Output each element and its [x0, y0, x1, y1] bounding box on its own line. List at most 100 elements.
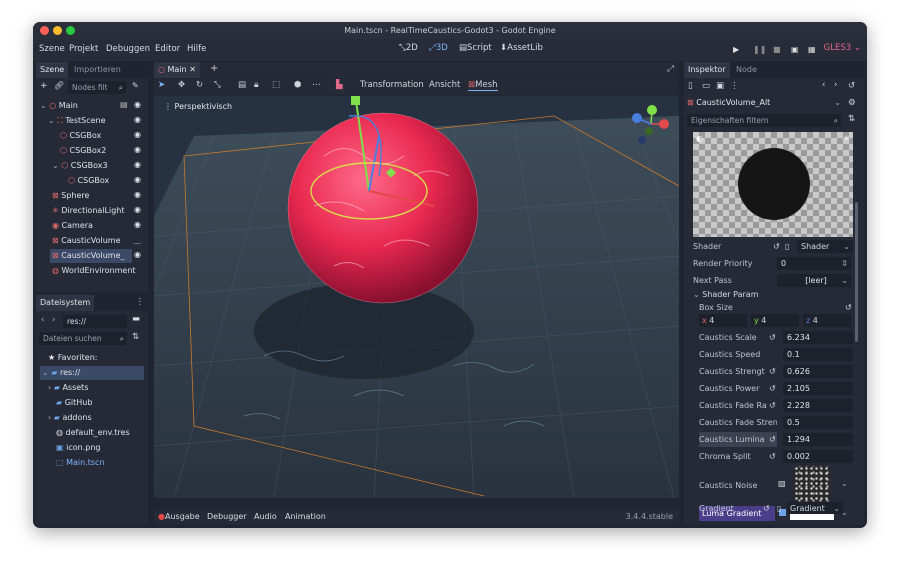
add-tab-icon[interactable]: +	[210, 63, 218, 74]
minimize-window-button[interactable]	[53, 26, 62, 35]
3d-viewport[interactable]: ⋮ Perspektivisch	[154, 96, 679, 498]
animation-tab[interactable]: Animation	[285, 509, 326, 525]
move-tool-icon[interactable]: ✥	[178, 80, 185, 90]
fs-item-main-tscn[interactable]: ⬚ Main.tscn	[56, 456, 105, 470]
object-tools-icon[interactable]: ⚙	[848, 98, 856, 108]
view-menu[interactable]: Ansicht	[429, 80, 460, 90]
eye-icon[interactable]: ◉	[134, 160, 141, 169]
maximize-window-button[interactable]	[66, 26, 75, 35]
back-icon[interactable]: ‹	[41, 315, 44, 325]
workspace-2d-button[interactable]: ⤡2D	[399, 43, 418, 53]
output-tab[interactable]: ●Ausgabe	[158, 509, 200, 525]
box-size-z[interactable]: z 4	[803, 314, 851, 327]
mesh-menu[interactable]: ⊠Mesh	[468, 80, 498, 91]
menu-scene[interactable]: Szene	[39, 44, 65, 54]
fs-item-assets[interactable]: › ▰ Assets	[48, 381, 89, 395]
lock-icon[interactable]: 🔒︎	[254, 80, 259, 90]
perspective-menu[interactable]: ⋮ Perspektivisch	[164, 102, 232, 111]
fs-item-github[interactable]: ▰ GitHub	[56, 396, 92, 410]
view-toggle-icon[interactable]: ▬	[132, 314, 140, 324]
play-icon[interactable]: ▶	[733, 45, 739, 54]
script-icon[interactable]: ▤	[120, 100, 128, 109]
tree-item-worldenvironment[interactable]: ◍ WorldEnvironment	[52, 264, 136, 278]
eye-icon[interactable]: ◉	[134, 175, 141, 184]
revert-icon[interactable]: ↺	[769, 398, 776, 413]
object-selector[interactable]: ⊠ CausticVolume_Alt ⌄	[687, 96, 841, 110]
sphere-toggle-icon[interactable]: ✳	[843, 134, 850, 143]
save-icon[interactable]: ▣	[716, 81, 724, 91]
camera-preview-icon[interactable]: ▙	[336, 80, 343, 90]
eye-icon[interactable]: ◉	[134, 115, 141, 124]
transform-menu[interactable]: Transformation	[360, 80, 424, 90]
list-tool-icon[interactable]: ▤	[238, 80, 246, 90]
file-search-input[interactable]: Dateien suchen ⌕	[39, 332, 127, 345]
script-attach-icon[interactable]: ✎	[132, 81, 139, 90]
open-folder-icon[interactable]: ▭	[702, 81, 710, 91]
light-toggle-icon[interactable]: ◐	[696, 134, 703, 143]
tree-item-testscene[interactable]: ⌄ ⛶ TestScene	[48, 114, 106, 128]
render-priority-input[interactable]: 0 ⇕	[777, 257, 851, 270]
new-resource-icon[interactable]: ▯	[688, 81, 693, 91]
history-back-icon[interactable]: ‹	[822, 80, 825, 90]
scene-tab-main[interactable]: ○ Main ✕	[154, 62, 200, 78]
revert-icon[interactable]: ↺	[769, 330, 776, 345]
tree-item-csgbox2[interactable]: ⬡ CSGBox2	[60, 144, 106, 158]
param-value[interactable]: 1.294	[783, 433, 853, 446]
tree-item-sphere[interactable]: ⊠ Sphere	[52, 189, 89, 203]
forward-icon[interactable]: ›	[52, 315, 55, 325]
workspace-assetlib-button[interactable]: ⬇AssetLib	[500, 43, 543, 53]
tree-item-main[interactable]: ⌄ ○ Main	[40, 99, 78, 113]
eye-icon[interactable]: ◉	[134, 145, 141, 154]
play-scene-icon[interactable]: ▣	[791, 45, 799, 54]
more-options-icon[interactable]: ⋮	[136, 297, 145, 307]
local-space-icon[interactable]: ⬢	[294, 80, 301, 90]
param-value[interactable]: 0.626	[783, 365, 853, 378]
history-forward-icon[interactable]: ›	[834, 80, 837, 90]
audio-tab[interactable]: Audio	[254, 509, 277, 525]
param-value[interactable]: 0.002	[783, 450, 853, 463]
link-icon[interactable]: 🔗︎	[54, 81, 64, 90]
gradient-select[interactable]: Gradient ⌄	[787, 502, 843, 514]
debugger-tab[interactable]: Debugger	[207, 509, 247, 525]
eye-icon[interactable]: ◉	[134, 130, 141, 139]
shader-select[interactable]: Shader ⌄	[797, 240, 853, 253]
path-input[interactable]: res://	[63, 315, 127, 328]
param-value[interactable]: 2.228	[783, 399, 853, 412]
menu-project[interactable]: Projekt	[69, 44, 98, 54]
inspector-scrollbar[interactable]	[855, 202, 858, 342]
tab-import[interactable]: Importieren	[70, 62, 125, 78]
eye-icon[interactable]: ◉	[134, 190, 141, 199]
fullscreen-icon[interactable]: ⤢	[667, 64, 674, 74]
tree-item-csgbox3[interactable]: ⌄ ⬡ CSGBox3	[52, 159, 108, 173]
eye-icon[interactable]: ◉	[134, 205, 141, 214]
sort-icon[interactable]: ⇅	[132, 332, 139, 342]
tab-inspector[interactable]: Inspektor	[684, 62, 730, 78]
fs-item-addons[interactable]: › ▰ addons	[48, 411, 92, 425]
tree-item-csgbox-child[interactable]: ⬡ CSGBox	[68, 174, 109, 188]
box-size-y[interactable]: y 4	[751, 314, 799, 327]
eye-icon[interactable]: ◉	[134, 250, 141, 259]
snap-icon[interactable]: ⋯	[312, 80, 321, 90]
fs-item-icon-png[interactable]: ▣ icon.png	[56, 441, 100, 455]
workspace-script-button[interactable]: ▤Script	[459, 43, 492, 53]
fs-item-default-env[interactable]: ◍ default_env.tres	[56, 426, 130, 440]
fs-item-root[interactable]: ⌄ ▰ res://	[40, 366, 144, 380]
tree-item-csgbox[interactable]: ⬡ CSGBox	[60, 129, 101, 143]
eye-closed-icon[interactable]: ‿	[134, 235, 140, 244]
param-value[interactable]: 2.105	[783, 382, 853, 395]
scale-tool-icon[interactable]: ⤡	[214, 80, 221, 90]
revert-icon[interactable]: ↺	[769, 381, 776, 396]
menu-help[interactable]: Hilfe	[187, 44, 206, 54]
param-value[interactable]: 0.1	[783, 348, 853, 361]
tree-item-directionallight[interactable]: ✳ DirectionalLight	[52, 204, 124, 218]
add-node-icon[interactable]: +	[40, 81, 48, 91]
workspace-3d-button[interactable]: ⤢3D	[429, 43, 448, 53]
tab-node[interactable]: Node	[732, 62, 761, 78]
param-value[interactable]: 6.234	[783, 331, 853, 344]
tree-item-causticvolume[interactable]: ⊠ CausticVolume	[52, 234, 121, 248]
noise-texture-preview[interactable]	[794, 466, 830, 502]
revert-icon[interactable]: ↺	[769, 364, 776, 379]
revert-icon[interactable]: ↺	[769, 449, 776, 464]
revert-icon[interactable]: ↺	[845, 300, 852, 315]
box-size-x[interactable]: x 4	[699, 314, 747, 327]
